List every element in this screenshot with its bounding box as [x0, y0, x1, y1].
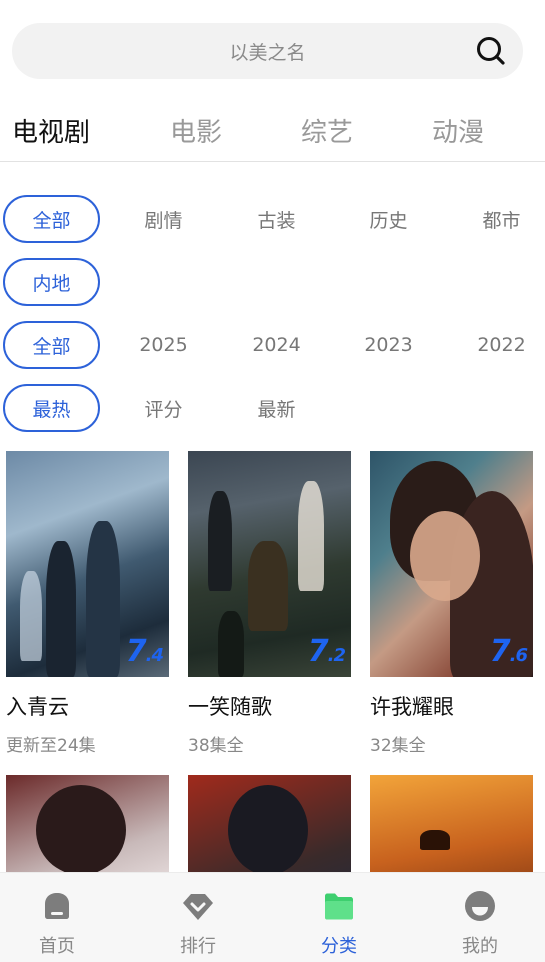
filter-year-all[interactable]: 全部: [3, 321, 100, 369]
folder-icon: [325, 893, 353, 920]
main-category-tabs: 电视剧 电影 综艺 动漫: [0, 100, 545, 162]
filter-genre-history[interactable]: 历史: [340, 195, 437, 243]
score-badge: 7.6: [489, 634, 528, 669]
nav-home-label: 首页: [39, 936, 75, 957]
filter-region-mainland[interactable]: 内地: [3, 258, 100, 306]
genre-filter-row: 全部 剧情 古装 历史 都市: [0, 195, 545, 243]
tab-variety[interactable]: 综艺: [301, 112, 353, 149]
show-poster[interactable]: 7.2: [188, 451, 351, 677]
show-episode-status: 38集全: [188, 736, 244, 756]
show-poster[interactable]: 7.4: [6, 451, 169, 677]
nav-category[interactable]: 分类: [289, 873, 389, 962]
show-title: 一笑随歌: [188, 695, 272, 719]
filter-year-2024[interactable]: 2024: [228, 321, 325, 369]
profile-icon: [465, 891, 495, 921]
sort-newest[interactable]: 最新: [228, 384, 325, 432]
search-icon[interactable]: [475, 35, 507, 67]
filter-year-2025[interactable]: 2025: [115, 321, 212, 369]
ranking-icon: [183, 894, 213, 920]
show-poster[interactable]: 7.6: [370, 451, 533, 677]
score-badge: 7.2: [307, 634, 346, 669]
sort-rating[interactable]: 评分: [115, 384, 212, 432]
nav-profile-label: 我的: [462, 936, 498, 957]
filter-genre-drama[interactable]: 剧情: [115, 195, 212, 243]
nav-profile[interactable]: 我的: [430, 873, 530, 962]
home-icon: [45, 893, 69, 919]
filter-genre-all[interactable]: 全部: [3, 195, 100, 243]
region-filter-row: 内地: [0, 258, 545, 306]
nav-ranking[interactable]: 排行: [148, 873, 248, 962]
search-bar[interactable]: 以美之名: [12, 23, 523, 79]
nav-ranking-label: 排行: [180, 936, 216, 957]
nav-category-label: 分类: [321, 936, 357, 957]
tab-anime[interactable]: 动漫: [432, 112, 484, 149]
show-card[interactable]: 7.6 许我耀眼 32集全: [370, 451, 533, 756]
sort-filter-row: 最热 评分 最新: [0, 384, 545, 432]
tab-tv-series[interactable]: 电视剧: [12, 112, 90, 149]
show-card[interactable]: 7.2 一笑随歌 38集全: [188, 451, 351, 756]
nav-home[interactable]: 首页: [7, 873, 107, 962]
filter-genre-costume[interactable]: 古装: [228, 195, 325, 243]
search-placeholder: 以美之名: [229, 41, 306, 64]
show-card[interactable]: 7.4 入青云 更新至24集: [6, 451, 169, 756]
filter-year-2022[interactable]: 2022: [453, 321, 545, 369]
show-title: 入青云: [6, 695, 69, 719]
year-filter-row: 全部 2025 2024 2023 2022: [0, 321, 545, 369]
show-episode-status: 更新至24集: [6, 736, 96, 756]
show-episode-status: 32集全: [370, 736, 426, 756]
show-title: 许我耀眼: [370, 695, 454, 719]
filter-year-2023[interactable]: 2023: [340, 321, 437, 369]
sort-hottest[interactable]: 最热: [3, 384, 100, 432]
score-badge: 7.4: [125, 634, 164, 669]
bottom-navigation: 首页 排行 分类 我的: [0, 872, 545, 962]
tab-movies[interactable]: 电影: [170, 112, 222, 149]
filter-genre-urban[interactable]: 都市: [453, 195, 545, 243]
